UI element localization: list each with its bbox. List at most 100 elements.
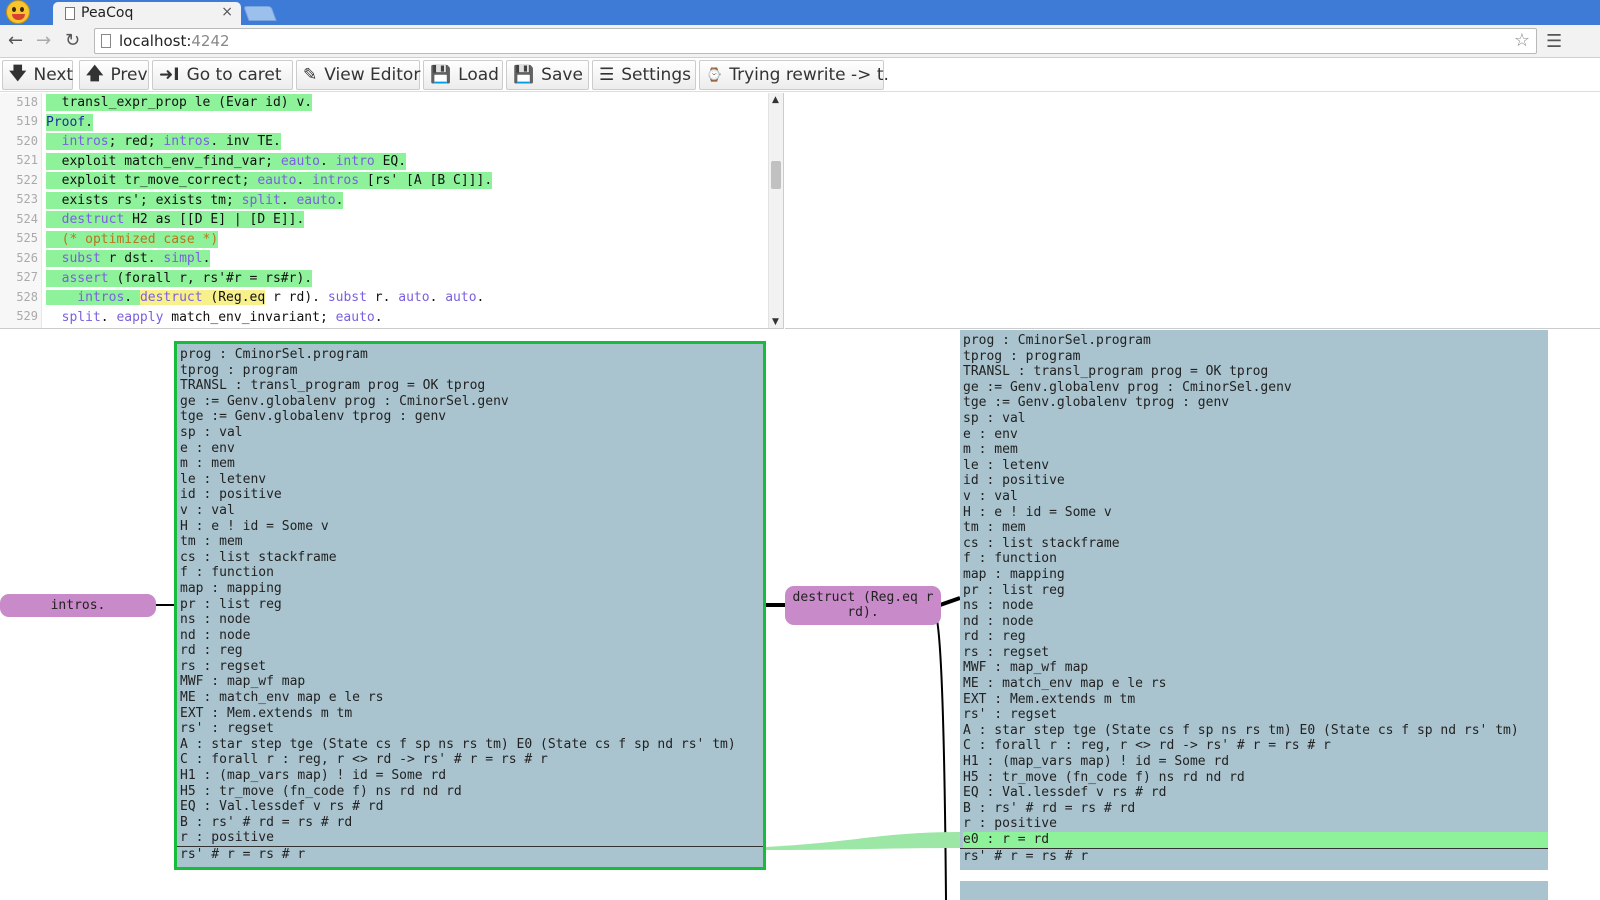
edge [936, 619, 947, 900]
menu-icon[interactable]: ☰ [1546, 31, 1562, 52]
line-number: 523 [16, 192, 38, 206]
hypothesis: EXT : Mem.extends m tm [180, 705, 353, 721]
browser-logo-icon [6, 0, 30, 24]
hypothesis: cs : list stackframe [963, 535, 1120, 551]
hypothesis: TRANSL : transl_program prog = OK tprog [963, 364, 1269, 380]
new-tab-button[interactable] [243, 6, 277, 21]
scroll-down-icon[interactable]: ▼ [772, 317, 779, 327]
hypothesis: m : mem [963, 442, 1018, 458]
tactic-node-destruct[interactable]: destruct (Reg.eq r rd). [785, 586, 941, 625]
hypothesis: v : val [180, 502, 235, 518]
hypothesis: prog : CminorSel.program [180, 347, 368, 362]
page-icon [101, 34, 111, 48]
hypothesis: H5 : tr_move (fn_code f) ns rd nd rd [963, 769, 1245, 785]
goal-pane [785, 93, 1600, 329]
load-button[interactable]: 💾 Load [423, 60, 503, 90]
next-button[interactable]: 🡇 Next [2, 60, 73, 90]
tab-close-icon[interactable]: × [221, 4, 233, 20]
code-line: Proof. [46, 114, 93, 131]
conclusion: rs' # r = rs # r [177, 846, 763, 862]
line-number: 529 [16, 309, 38, 323]
hypothesis: rd : reg [963, 629, 1026, 645]
hypothesis: A : star step tge (State cs f sp ns rs t… [180, 736, 736, 752]
hypothesis: tge := Genv.globalenv tprog : genv [180, 409, 447, 425]
line-number: 528 [16, 290, 38, 304]
hypothesis: TRANSL : transl_program prog = OK tprog [180, 378, 486, 394]
url-text: localhost:4242 [119, 32, 230, 50]
browser-tab[interactable]: PeaCoq × [53, 2, 241, 26]
line-number: 521 [16, 153, 38, 167]
goal-node-focused[interactable]: prog : CminorSel.program tprog : program T… [174, 341, 766, 870]
code-line: exploit tr_move_correct; eauto. intros [… [46, 172, 493, 189]
hypothesis: EQ : Val.lessdef v rs # rd [180, 799, 384, 815]
hypothesis: C : forall r : reg, r <> rd -> rs' # r =… [963, 738, 1331, 754]
hypothesis: B : rs' # rd = rs # rd [180, 814, 353, 830]
list-icon: ☰ [599, 65, 615, 85]
code-line: destruct H2 as [[D E] | [D E]]. [46, 211, 305, 228]
line-number: 518 [16, 95, 38, 109]
line-number: 520 [16, 134, 38, 148]
code-line: (* optimized case *) [46, 231, 219, 248]
page-icon [65, 7, 75, 20]
scroll-thumb[interactable] [771, 161, 781, 189]
hypothesis: H1 : (map_vars map) ! id = Some rd [180, 768, 447, 784]
hypothesis: ge := Genv.globalenv prog : CminorSel.ge… [180, 393, 509, 409]
hypothesis: H : e ! id = Some v [180, 518, 329, 534]
editor-scrollbar[interactable]: ▲ ▼ [768, 93, 783, 328]
reload-icon[interactable]: ↻ [65, 30, 80, 51]
tactic-node-intros[interactable]: intros. [0, 594, 156, 617]
forward-icon[interactable]: → [36, 30, 51, 51]
hypothesis: tm : mem [963, 520, 1026, 536]
hypothesis: ns : node [180, 612, 251, 628]
hypothesis: ge := Genv.globalenv prog : CminorSel.ge… [963, 379, 1292, 395]
hypothesis: H5 : tr_move (fn_code f) ns rd nd rd [180, 783, 462, 799]
code-line: subst r dst. simpl. [46, 250, 211, 267]
edit-icon: ✎ [303, 65, 318, 85]
code-line: exploit match_env_find_var; eauto. intro… [46, 153, 407, 170]
code-line: intros; red; intros. inv TE. [46, 133, 281, 150]
hypothesis: ME : match_env map e le rs [180, 690, 384, 706]
settings-button[interactable]: ☰ Settings [592, 60, 696, 90]
hypothesis: H : e ! id = Some v [963, 504, 1112, 520]
goal-node-next[interactable] [960, 878, 1548, 900]
hypothesis: A : star step tge (State cs f sp ns rs t… [963, 722, 1519, 738]
scroll-up-icon[interactable]: ▲ [772, 95, 779, 105]
conclusion: rs' # r = rs # r [960, 847, 1548, 864]
view-editor-button[interactable]: ✎ View Editor [296, 60, 420, 90]
arrow-caret-icon: ➜I [159, 65, 180, 85]
hypothesis: ME : match_env map e le rs [963, 676, 1167, 692]
hypothesis: pr : list reg [180, 596, 282, 612]
hypothesis: map : mapping [180, 580, 282, 596]
proof-tree: intros. destruct (Reg.eq r rd). prog : C… [0, 330, 1600, 900]
code-line: intros. destruct (Reg.eq r rd). subst r.… [46, 289, 484, 306]
tab-title: PeaCoq [81, 5, 134, 21]
hypothesis: EQ : Val.lessdef v rs # rd [963, 785, 1167, 801]
hypothesis: tprog : program [180, 362, 298, 378]
line-number: 524 [16, 212, 38, 226]
code-editor[interactable]: 518 519 520 521 522 523 524 525 526 527 … [0, 93, 784, 329]
hypothesis: m : mem [180, 456, 235, 472]
hypothesis: tprog : program [963, 348, 1081, 364]
save-button[interactable]: 💾 Save [506, 60, 589, 90]
load-icon: 💾 [430, 65, 452, 85]
hypothesis: f : function [180, 565, 274, 581]
hypothesis: le : letenv [963, 457, 1050, 473]
back-icon[interactable]: ← [8, 30, 23, 51]
hypothesis: C : forall r : reg, r <> rd -> rs' # r =… [180, 752, 548, 768]
browser-nav-bar: ← → ↻ localhost:4242 ☆ ☰ [0, 25, 1600, 58]
prev-button[interactable]: 🡅 Prev [79, 60, 149, 90]
hypothesis: e : env [963, 426, 1018, 442]
hypothesis: rs' : regset [963, 707, 1057, 723]
hypothesis: r : positive [963, 816, 1057, 832]
star-icon[interactable]: ☆ [1514, 30, 1530, 51]
hypothesis: le : letenv [180, 471, 267, 487]
hypothesis: map : mapping [963, 566, 1065, 582]
arrow-down-icon: 🡇 [9, 63, 27, 84]
hypothesis: sp : val [963, 410, 1026, 426]
hypothesis: tm : mem [180, 534, 243, 550]
line-number: 519 [16, 114, 38, 128]
diff-ribbon [766, 832, 962, 850]
go-to-caret-button[interactable]: ➜I Go to caret [152, 60, 293, 90]
address-bar[interactable]: localhost:4242 ☆ [94, 28, 1537, 54]
goal-node[interactable]: prog : CminorSel.program tprog : program T… [960, 330, 1548, 870]
